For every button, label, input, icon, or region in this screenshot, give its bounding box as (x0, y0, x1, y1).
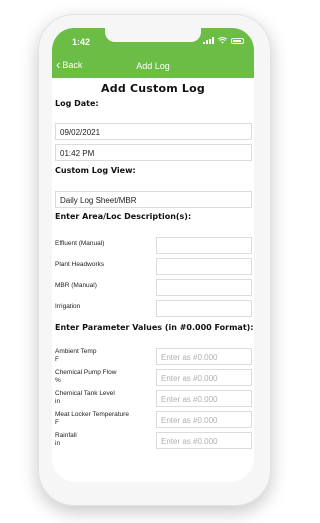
nav-bar: ‹ Back Add Log (52, 54, 254, 78)
param-input[interactable]: Enter as #0.000 (156, 432, 252, 449)
device-notch (105, 28, 201, 42)
area-input[interactable] (156, 279, 252, 296)
area-label: MBR (Manual) (55, 282, 97, 289)
param-label: Chemical Tank Level in (55, 390, 150, 406)
log-date-heading: Log Date: (55, 99, 99, 108)
page-title: Add Custom Log (101, 82, 205, 95)
nav-title: Add Log (136, 61, 170, 71)
wifi-icon (218, 37, 227, 44)
param-label: Meat Locker Temperature F (55, 411, 150, 427)
param-unit: in (55, 398, 61, 405)
form-content[interactable]: Add Custom Log Log Date: 09/02/2021 01:4… (52, 78, 254, 482)
status-bar: 1:42 (52, 28, 254, 54)
area-input[interactable] (156, 258, 252, 275)
param-label: Rainfall in (55, 432, 150, 448)
param-name: Rainfall (55, 432, 77, 439)
param-label: Ambient Temp F (55, 348, 150, 364)
param-input[interactable]: Enter as #0.000 (156, 348, 252, 365)
param-input[interactable]: Enter as #0.000 (156, 390, 252, 407)
area-label: Irrigation (55, 303, 81, 310)
status-time: 1:42 (72, 37, 91, 47)
param-unit: F (55, 356, 59, 363)
param-input[interactable]: Enter as #0.000 (156, 369, 252, 386)
area-label: Effluent (Manual) (55, 240, 105, 247)
log-time-field[interactable]: 01:42 PM (55, 144, 252, 161)
param-name: Meat Locker Temperature (55, 411, 129, 418)
param-unit: F (55, 419, 59, 426)
area-input[interactable] (156, 237, 252, 254)
param-name: Chemical Pump Flow (55, 369, 117, 376)
status-icons (203, 37, 244, 44)
log-view-heading: Custom Log View: (55, 166, 136, 175)
app-screen: 1:42 ‹ Back Add Log Add Custom Log Log D… (52, 28, 254, 482)
log-view-select[interactable]: Daily Log Sheet/MBR (55, 191, 252, 208)
param-input[interactable]: Enter as #0.000 (156, 411, 252, 428)
params-heading: Enter Parameter Values (in #0.000 Format… (55, 323, 254, 332)
signal-icon (203, 37, 214, 44)
param-name: Ambient Temp (55, 348, 97, 355)
param-name: Chemical Tank Level (55, 390, 115, 397)
param-label: Chemical Pump Flow % (55, 369, 150, 385)
area-input[interactable] (156, 300, 252, 317)
area-label: Plant Headworks (55, 261, 105, 268)
param-unit: % (55, 377, 61, 384)
battery-icon (231, 37, 244, 44)
param-unit: in (55, 440, 61, 447)
area-heading: Enter Area/Loc Description(s): (55, 212, 192, 221)
log-date-field[interactable]: 09/02/2021 (55, 123, 252, 140)
